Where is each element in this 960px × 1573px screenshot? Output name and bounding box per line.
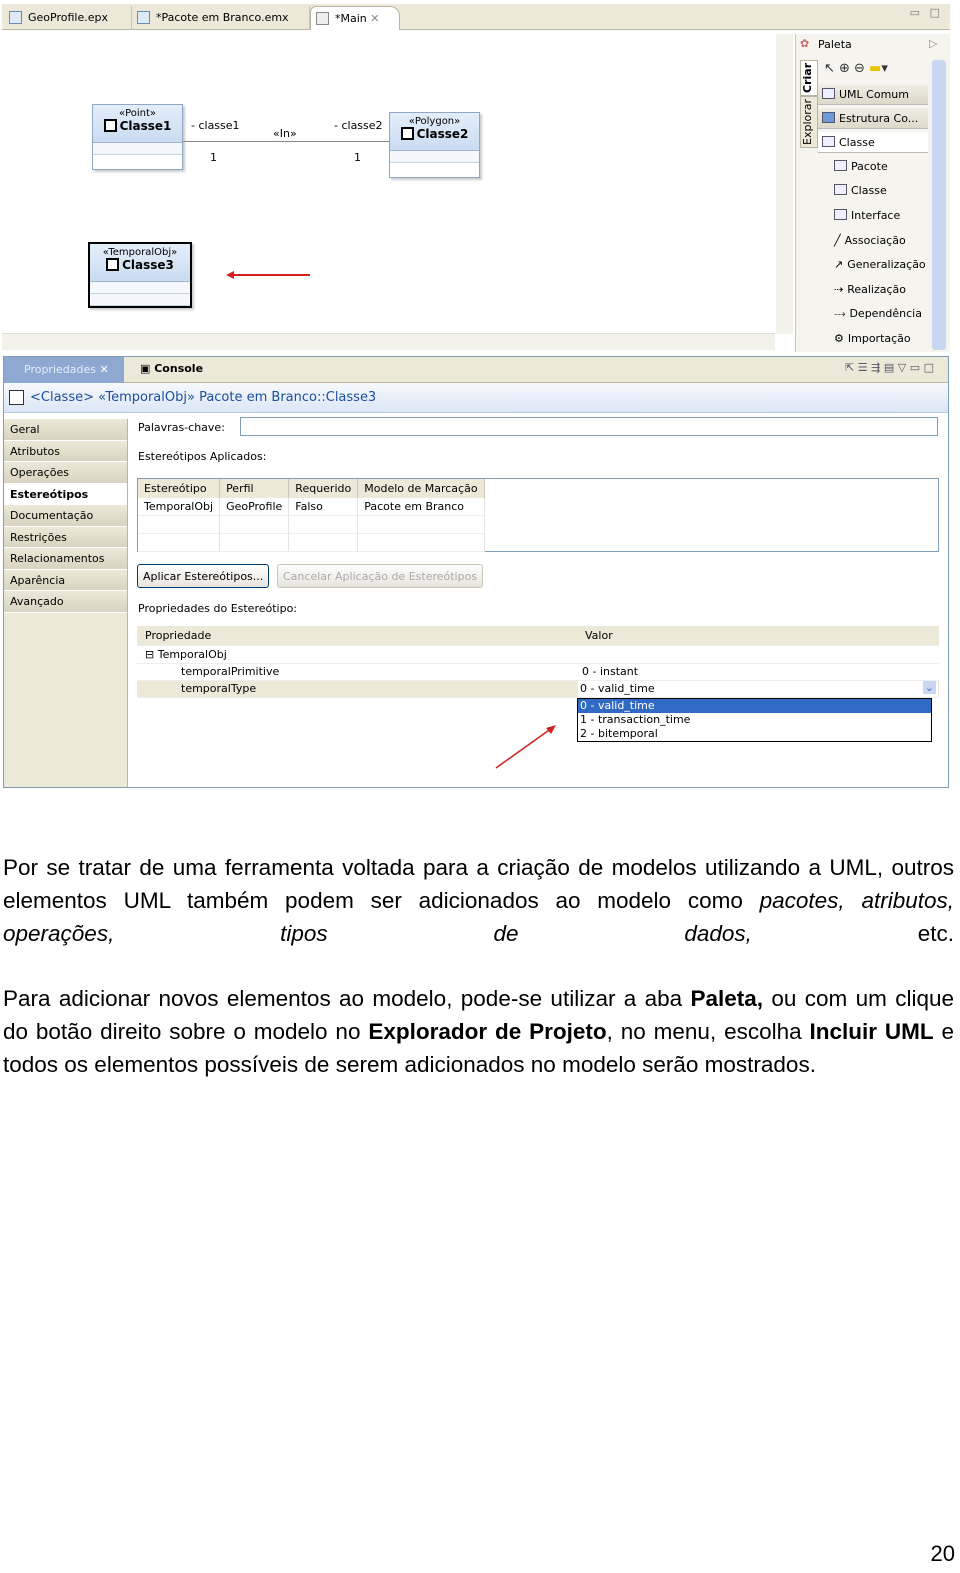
page-number: 20	[930, 1541, 955, 1566]
sidebar-item[interactable]: Aparência	[4, 569, 127, 591]
palette-icon: ✿	[800, 37, 810, 50]
palette-item-pacote[interactable]: Pacote	[834, 160, 888, 173]
palette-item-generalizacao[interactable]: ↗ Generalização	[834, 258, 926, 271]
clock-icon	[106, 258, 120, 271]
table-cell: TemporalObj	[138, 498, 221, 516]
keywords-input[interactable]	[240, 417, 938, 436]
interface-icon	[834, 209, 847, 220]
tab-pacote-em-branco[interactable]: *Pacote em Branco.emx	[132, 6, 310, 30]
palette-item-associacao[interactable]: ╱ Associação	[834, 234, 906, 247]
red-arrow-diagonal	[495, 725, 556, 769]
paragraph-2: Para adicionar novos elementos ao modelo…	[3, 986, 955, 1077]
vertical-scrollbar[interactable]	[776, 34, 793, 334]
group-row[interactable]: ⊟ TemporalObj	[137, 647, 939, 664]
tab-geoprofile[interactable]: GeoProfile.epx	[4, 6, 132, 30]
class-icon	[822, 136, 835, 147]
import-icon: ⚙	[834, 332, 844, 345]
association-line[interactable]	[183, 141, 389, 142]
dropdown-option[interactable]: 1 - transaction_time	[578, 713, 931, 727]
dropdown-list[interactable]: 0 - valid_time 1 - transaction_time 2 - …	[577, 698, 932, 742]
embedded-screenshot: GeoProfile.epx *Pacote em Branco.emx *Ma…	[0, 0, 955, 790]
sidebar-item[interactable]: Geral	[4, 419, 127, 441]
editor-tab-bar: GeoProfile.epx *Pacote em Branco.emx *Ma…	[2, 4, 950, 30]
props-header: Propriedade Valor	[137, 626, 939, 646]
model-file-icon	[9, 11, 22, 24]
generalization-icon: ↗	[834, 258, 844, 271]
package-icon	[834, 160, 847, 171]
palette-item-realizacao[interactable]: ⇢ Realização	[834, 283, 906, 296]
drawer-icon	[822, 88, 835, 99]
association-icon: ╱	[834, 234, 841, 247]
paragraph-1: Por se tratar de uma ferramenta voltada …	[3, 855, 954, 946]
tab-main[interactable]: *Main ✕	[310, 6, 400, 30]
palette-scrollbar[interactable]	[932, 60, 946, 350]
sidebar-item[interactable]: Atributos	[4, 440, 127, 462]
column-header[interactable]: Modelo de Marcação	[357, 479, 485, 498]
applied-stereotypes-table: Estereótipo Perfil Requerido Modelo de Marc…	[137, 478, 939, 552]
console-icon: ▣	[140, 362, 155, 375]
palette-panel: ✿ Paleta ▷ Criar Explorar ↖ ⊕ ⊖ ▬▾ UML C…	[795, 34, 950, 352]
class-classe1[interactable]: «Point» Classe1	[92, 104, 183, 170]
apply-stereotypes-button[interactable]: Aplicar Estereótipos...	[137, 564, 270, 588]
drawer-estrutura[interactable]: Estrutura Co...	[818, 108, 928, 129]
drawer-icon	[822, 112, 835, 123]
sidebar-item[interactable]: Relacionamentos	[4, 548, 127, 570]
palette-item-dependencia[interactable]: ⤏ Dependência	[834, 307, 922, 321]
column-header[interactable]: Estereótipo	[138, 479, 221, 498]
sidebar-item[interactable]: Avançado	[4, 591, 127, 613]
view-toolbar-icons[interactable]: ⇱ ☰ ⇶ ▤ ▽ ▭ □	[845, 361, 934, 374]
diagram-icon	[316, 12, 329, 25]
maximize-icon[interactable]: □	[930, 6, 940, 19]
drawer-uml-comum[interactable]: UML Comum	[818, 84, 928, 105]
prop-row[interactable]: temporalType 0 - valid_time ⌄	[137, 681, 939, 698]
realization-icon: ⇢	[834, 283, 844, 296]
point-icon	[103, 119, 117, 132]
red-arrow-left	[226, 271, 310, 279]
chevron-down-icon[interactable]: ⌄	[922, 681, 936, 694]
dependency-icon: ⤏	[834, 307, 846, 320]
drawer-classe[interactable]: Classe	[818, 132, 928, 153]
palette-item-classe[interactable]: Classe	[834, 184, 887, 197]
temporal-type-select[interactable]: 0 - valid_time ⌄	[578, 681, 938, 697]
model-file-icon	[137, 11, 150, 24]
polygon-icon	[400, 127, 414, 140]
palette-item-importacao[interactable]: ⚙ Importação	[834, 332, 911, 345]
class-icon	[834, 184, 847, 195]
select-tool-icon[interactable]: ↖ ⊕ ⊖ ▬▾	[824, 61, 888, 76]
table-cell: Falso	[288, 498, 359, 516]
dropdown-option[interactable]: 0 - valid_time	[578, 699, 931, 713]
tab-propriedades[interactable]: Propriedades ✕	[4, 357, 124, 383]
class-classe2[interactable]: «Polygon» Classe2	[389, 112, 480, 178]
palette-item-interface[interactable]: Interface	[834, 209, 900, 222]
dropdown-option[interactable]: 2 - bitemporal	[578, 727, 931, 741]
close-icon[interactable]: ✕	[370, 12, 379, 25]
class-classe3-selected[interactable]: «TemporalObj» Classe3	[88, 242, 192, 308]
close-icon[interactable]: ✕	[99, 363, 108, 376]
sidebar-item[interactable]: Restrições	[4, 526, 127, 548]
sidebar-item[interactable]: Documentação	[4, 505, 127, 527]
sidebar-item[interactable]: Operações	[4, 462, 127, 484]
collapse-icon[interactable]: ⊟	[145, 648, 158, 661]
horizontal-scrollbar[interactable]	[2, 333, 775, 350]
table-row[interactable]: TemporalObj GeoProfile Falso Pacote em Bran…	[138, 498, 485, 516]
tab-explorar[interactable]: Explorar	[800, 96, 818, 148]
table-cell: Pacote em Branco	[357, 498, 485, 516]
tab-criar[interactable]: Criar	[800, 60, 818, 96]
minimize-icon[interactable]: ▭	[910, 6, 920, 19]
collapse-palette-icon[interactable]: ▷	[929, 37, 937, 50]
column-header[interactable]: Perfil	[219, 479, 290, 498]
column-header[interactable]: Requerido	[288, 479, 359, 498]
properties-sidebar: Geral Atributos Operações Estereótipos Docum…	[4, 419, 128, 787]
properties-title: <Classe> «TemporalObj» Pacote em Branco:…	[30, 390, 377, 405]
cancel-stereotype-application-button[interactable]: Cancelar Aplicação de Estereótipos	[277, 564, 484, 588]
prop-row[interactable]: temporalPrimitive 0 - instant	[137, 664, 939, 681]
tab-console[interactable]: ▣ Console	[140, 362, 203, 375]
table-cell: GeoProfile	[219, 498, 290, 516]
sidebar-item[interactable]: Estereótipos	[4, 483, 127, 505]
clock-icon	[9, 390, 24, 405]
